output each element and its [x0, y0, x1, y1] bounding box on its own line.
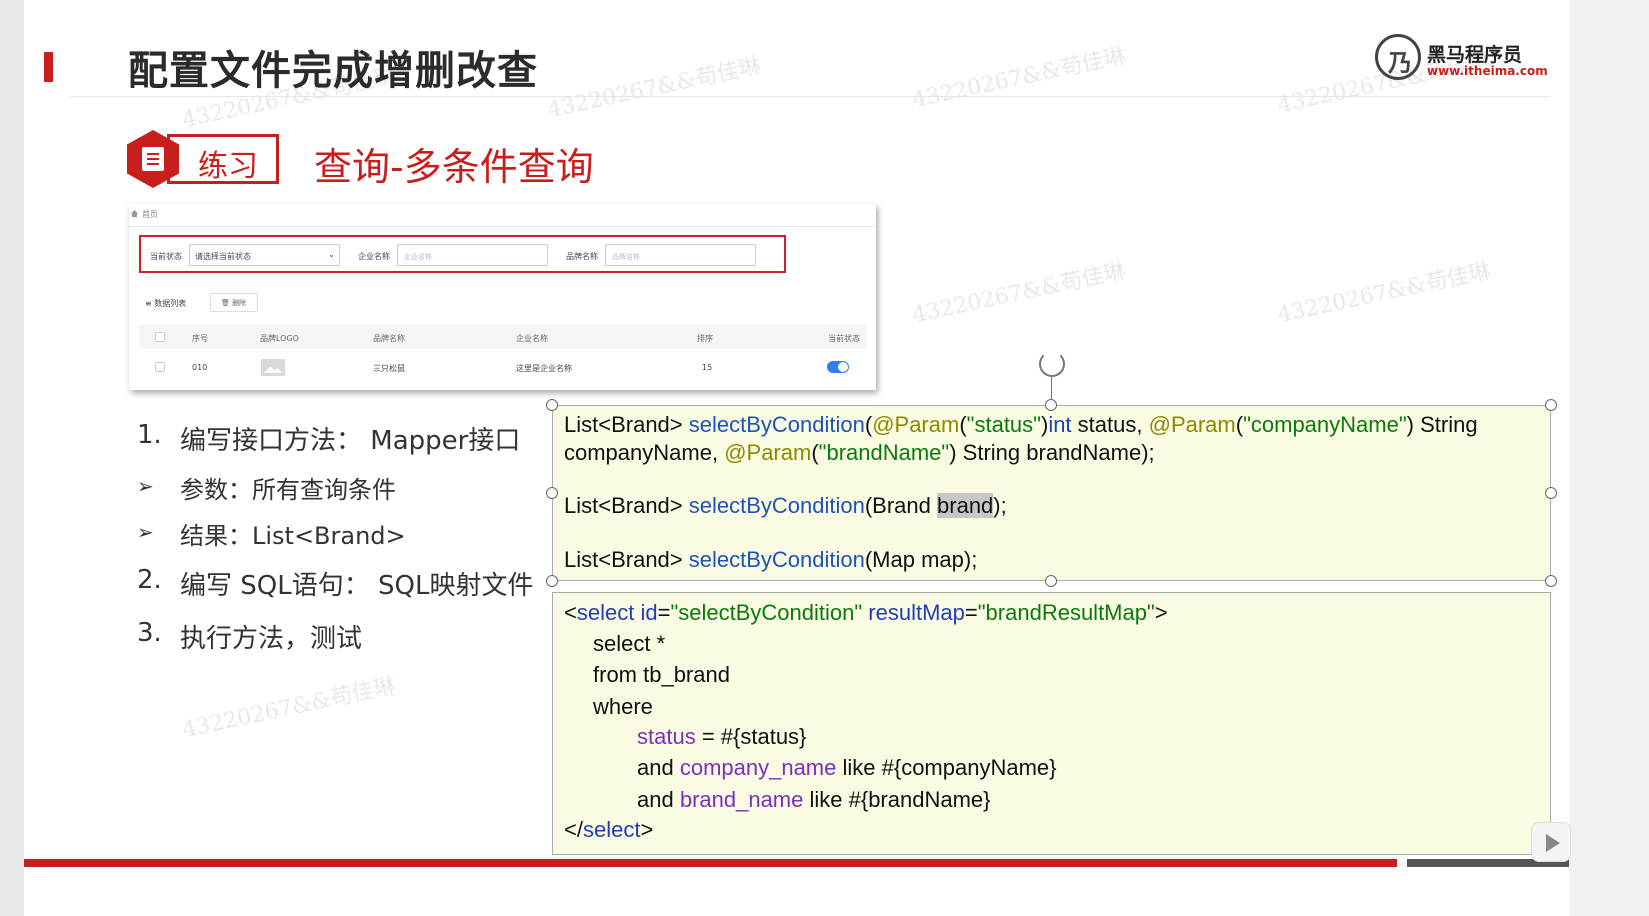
- resize-handle[interactable]: [546, 399, 558, 411]
- table-header: [139, 325, 867, 349]
- column-header: 当前状态: [828, 334, 860, 343]
- resize-handle[interactable]: [1045, 399, 1057, 411]
- column-header: 序号: [192, 334, 208, 343]
- sql-code-box[interactable]: <select id="selectByCondition" resultMap…: [552, 592, 1551, 855]
- divider: [129, 226, 876, 227]
- param-bullet: 参数：所有查询条件: [180, 476, 396, 504]
- breadcrumb-home: 首页: [142, 210, 158, 219]
- step-2-text: 编写 SQL语句： SQL映射文件: [180, 571, 534, 601]
- select-all-checkbox[interactable]: [155, 332, 165, 342]
- step-3-number: 3.: [137, 618, 162, 648]
- brand-logo: 乃 黑马程序员 www.itheima.com: [1375, 32, 1548, 84]
- status-filter-label: 当前状态: [150, 252, 182, 261]
- resize-handle[interactable]: [546, 575, 558, 587]
- play-icon[interactable]: [1531, 822, 1571, 862]
- resize-handle[interactable]: [1545, 575, 1557, 587]
- slide-footer-bar: [24, 859, 1397, 867]
- slide-subtitle: 查询-多条件查询: [314, 145, 594, 189]
- delete-button[interactable]: 🗑 删除: [210, 293, 258, 312]
- column-header: 品牌名称: [373, 334, 405, 343]
- image-placeholder-icon: [261, 359, 285, 376]
- result-bullet: 结果：List<Brand>: [180, 522, 406, 550]
- brand-name-input[interactable]: 品牌名称: [605, 244, 756, 266]
- home-icon: [131, 210, 138, 217]
- column-header: 品牌LOGO: [260, 334, 299, 343]
- row-id: 010: [192, 363, 208, 372]
- column-header: 排序: [697, 334, 713, 343]
- data-list-title: ≡ 数据列表: [145, 299, 187, 308]
- breadcrumb: 首页: [131, 209, 158, 220]
- code-line: List<Brand> selectByCondition(Map map);: [564, 547, 978, 572]
- status-select[interactable]: 请选择当前状态 ⌄: [189, 244, 340, 266]
- code-line: and brand_name like #{brandName}: [637, 787, 991, 812]
- row-brand-name: 三只松鼠: [373, 364, 405, 373]
- status-select-value: 请选择当前状态: [195, 252, 251, 261]
- step-1-text: 编写接口方法： Mapper接口: [180, 426, 521, 456]
- resize-handle[interactable]: [1545, 399, 1557, 411]
- logo-name: 黑马程序员: [1427, 44, 1523, 66]
- chevron-down-icon: ⌄: [328, 250, 335, 259]
- step-3-text: 执行方法，测试: [180, 624, 363, 654]
- window-left-edge: [0, 0, 24, 916]
- arrow-bullet-icon: ➢: [137, 520, 154, 544]
- code-line: where: [593, 694, 653, 719]
- code-line: <select id="selectByCondition" resultMap…: [564, 600, 1168, 625]
- code-line: select *: [593, 631, 666, 656]
- title-divider: [70, 96, 1550, 97]
- code-line: List<Brand> selectByCondition(@Param("st…: [564, 412, 1478, 437]
- slide-title: 配置文件完成增删改查: [128, 48, 538, 94]
- step-2-number: 2.: [137, 565, 162, 595]
- brand-admin-screenshot: 首页 当前状态 请选择当前状态 ⌄ 企业名称 企业名称 品牌名称 品牌名称 ≡ 数…: [129, 204, 876, 390]
- resize-handle[interactable]: [1045, 575, 1057, 587]
- company-name-input[interactable]: 企业名称: [397, 244, 548, 266]
- resize-handle[interactable]: [546, 487, 558, 499]
- status-toggle[interactable]: [827, 361, 849, 373]
- resize-handle[interactable]: [1545, 487, 1557, 499]
- title-accent-bar: [44, 52, 53, 82]
- code-line: companyName, @Param("brandName") String …: [564, 440, 1155, 465]
- code-line: and company_name like #{companyName}: [637, 755, 1057, 780]
- logo-url: www.itheima.com: [1427, 64, 1548, 78]
- row-company-name: 这里是企业名称: [516, 364, 572, 373]
- horse-logo-icon: 乃: [1375, 34, 1421, 80]
- company-filter-label: 企业名称: [358, 252, 390, 261]
- code-line: from tb_brand: [593, 662, 730, 687]
- arrow-bullet-icon: ➢: [137, 474, 154, 498]
- code-line: </select>: [564, 817, 654, 842]
- rotate-handle-icon[interactable]: [1039, 351, 1065, 377]
- column-header: 企业名称: [516, 334, 548, 343]
- row-checkbox[interactable]: [155, 362, 165, 372]
- brand-filter-label: 品牌名称: [566, 252, 598, 261]
- badge-frame: 练习: [167, 134, 279, 184]
- code-line: List<Brand> selectByCondition(Brand bran…: [564, 493, 1007, 518]
- selected-text: brand: [937, 493, 994, 518]
- exercise-badge: 练习: [127, 130, 279, 188]
- badge-label: 练习: [198, 149, 258, 184]
- row-order: 15: [702, 363, 713, 372]
- step-1-number: 1.: [137, 420, 162, 450]
- code-line: status = #{status}: [637, 724, 807, 749]
- window-right-edge: [1569, 0, 1649, 916]
- mapper-code-box[interactable]: List<Brand> selectByCondition(@Param("st…: [552, 405, 1551, 581]
